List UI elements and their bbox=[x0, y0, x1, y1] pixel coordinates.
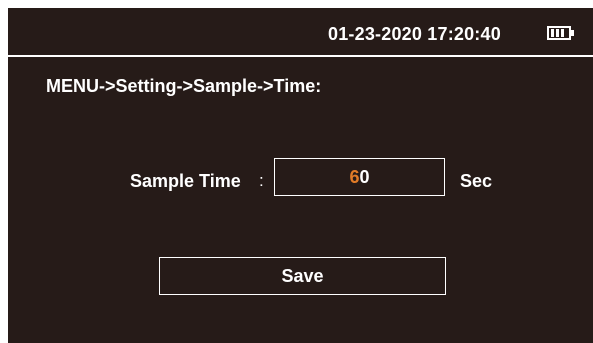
sample-time-colon: : bbox=[259, 171, 264, 190]
breadcrumb: MENU->Setting->Sample->Time: bbox=[46, 76, 322, 96]
sample-time-unit: Sec bbox=[460, 171, 493, 191]
sample-time-active-digit: 6 bbox=[349, 167, 360, 187]
device-screen: 01-23-2020 17:20:40 MENU->Setting->Sampl… bbox=[8, 8, 593, 343]
sample-time-label: Sample Time bbox=[130, 171, 241, 191]
status-bar: 01-23-2020 17:20:40 bbox=[8, 8, 593, 57]
sample-time-input[interactable]: 60 bbox=[274, 158, 445, 196]
battery-icon bbox=[547, 26, 574, 40]
datetime-display: 01-23-2020 17:20:40 bbox=[328, 24, 501, 44]
sample-time-remaining-digits: 0 bbox=[359, 167, 370, 187]
save-button[interactable]: Save bbox=[159, 257, 446, 295]
